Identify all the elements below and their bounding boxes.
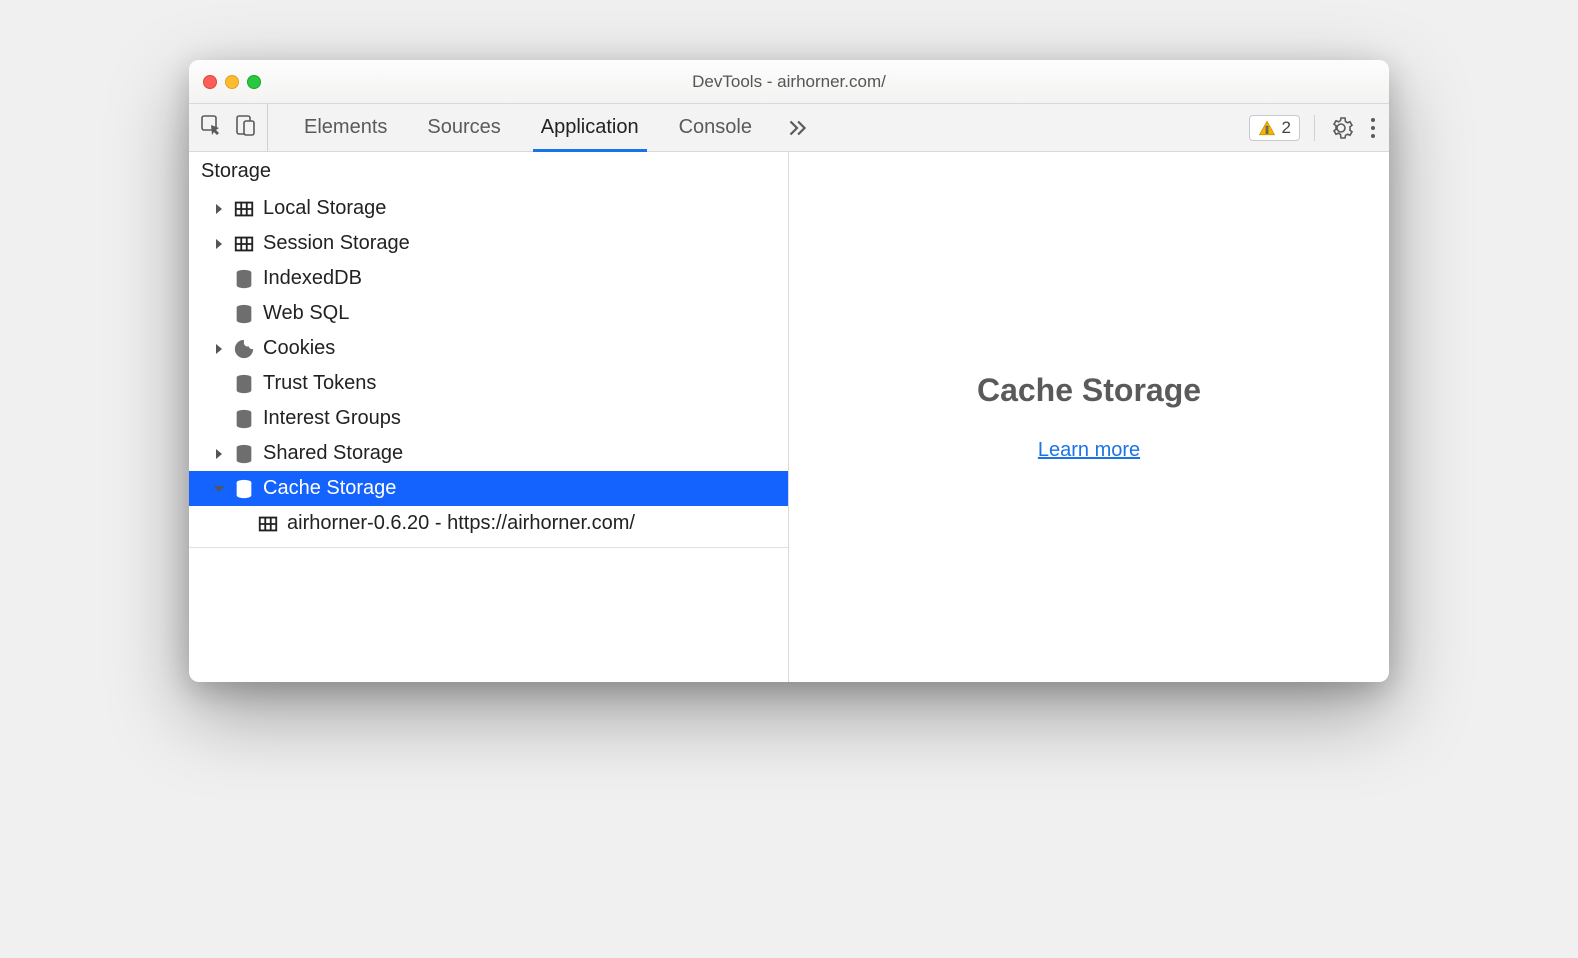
- content: Storage Local Storage Session Storage Inde…: [189, 152, 1389, 682]
- chevron-right-icon: [213, 343, 225, 355]
- divider: [1314, 115, 1315, 141]
- tree-item-label: Web SQL: [263, 302, 349, 325]
- tree-item-local-storage[interactable]: Local Storage: [189, 191, 788, 226]
- database-icon: [233, 443, 255, 465]
- database-icon: [233, 408, 255, 430]
- tree-child-airhorner-0-6-20-https-airhorner-com[interactable]: airhorner-0.6.20 - https://airhorner.com…: [189, 506, 788, 541]
- database-icon: [233, 373, 255, 395]
- main-panel-heading: Cache Storage: [977, 372, 1201, 409]
- learn-more-link[interactable]: Learn more: [1038, 439, 1140, 462]
- chevron-right-icon: [213, 238, 225, 250]
- sidebar: Storage Local Storage Session Storage Inde…: [189, 152, 789, 682]
- tab-label: Console: [679, 116, 752, 139]
- tree-item-label: Local Storage: [263, 197, 386, 220]
- close-window-button[interactable]: [203, 75, 217, 89]
- tree-item-label: Interest Groups: [263, 407, 401, 430]
- tree-item-label: Cookies: [263, 337, 335, 360]
- maximize-window-button[interactable]: [247, 75, 261, 89]
- device-toggle-icon[interactable]: [233, 113, 257, 142]
- devtools-window: DevTools - airhorner.com/ Elements Sourc…: [189, 60, 1389, 682]
- toolbar-left-icons: [199, 104, 268, 151]
- toolbar-right-icons: 2: [1249, 104, 1379, 151]
- tab-label: Sources: [427, 116, 500, 139]
- issues-badge[interactable]: 2: [1249, 115, 1300, 141]
- tree-item-label: airhorner-0.6.20 - https://airhorner.com…: [287, 512, 635, 535]
- tab-label: Elements: [304, 116, 387, 139]
- cookie-icon: [233, 338, 255, 360]
- tree-item-label: Trust Tokens: [263, 372, 376, 395]
- toolbar: Elements Sources Application Console 2: [189, 104, 1389, 152]
- tree-item-interest-groups[interactable]: Interest Groups: [189, 401, 788, 436]
- database-icon: [233, 478, 255, 500]
- warning-icon: [1258, 119, 1276, 137]
- grid-icon: [233, 233, 255, 255]
- minimize-window-button[interactable]: [225, 75, 239, 89]
- tree-item-shared-storage[interactable]: Shared Storage: [189, 436, 788, 471]
- tab-label: Application: [541, 116, 639, 139]
- tree-item-label: Shared Storage: [263, 442, 403, 465]
- more-options-icon[interactable]: [1367, 114, 1379, 142]
- window-title: DevTools - airhorner.com/: [692, 72, 886, 92]
- database-icon: [233, 303, 255, 325]
- tree-item-label: Cache Storage: [263, 477, 396, 500]
- chevron-right-icon: [213, 203, 225, 215]
- tab-sources[interactable]: Sources: [407, 104, 520, 151]
- storage-tree: Local Storage Session Storage IndexedDB Web…: [189, 191, 788, 548]
- grid-icon: [233, 198, 255, 220]
- more-tabs-button[interactable]: [772, 104, 822, 151]
- tab-elements[interactable]: Elements: [284, 104, 407, 151]
- grid-icon: [257, 513, 279, 535]
- main-panel: Cache Storage Learn more: [789, 152, 1389, 682]
- inspect-element-icon[interactable]: [199, 113, 223, 142]
- tree-item-cache-storage[interactable]: Cache Storage: [189, 471, 788, 506]
- tab-console[interactable]: Console: [659, 104, 772, 151]
- traffic-lights: [203, 75, 261, 89]
- tree-item-label: IndexedDB: [263, 267, 362, 290]
- database-icon: [233, 268, 255, 290]
- tree-item-indexeddb[interactable]: IndexedDB: [189, 261, 788, 296]
- settings-gear-icon[interactable]: [1329, 116, 1353, 140]
- panel-tabs: Elements Sources Application Console: [284, 104, 1239, 151]
- sidebar-section-title: Storage: [189, 152, 788, 191]
- tab-application[interactable]: Application: [521, 104, 659, 151]
- tree-item-web-sql[interactable]: Web SQL: [189, 296, 788, 331]
- issues-count: 2: [1282, 118, 1291, 138]
- chevron-double-right-icon: [784, 115, 810, 141]
- tree-item-cookies[interactable]: Cookies: [189, 331, 788, 366]
- chevron-down-icon: [213, 483, 225, 495]
- tree-item-session-storage[interactable]: Session Storage: [189, 226, 788, 261]
- chevron-right-icon: [213, 448, 225, 460]
- titlebar: DevTools - airhorner.com/: [189, 60, 1389, 104]
- tree-item-trust-tokens[interactable]: Trust Tokens: [189, 366, 788, 401]
- tree-item-label: Session Storage: [263, 232, 410, 255]
